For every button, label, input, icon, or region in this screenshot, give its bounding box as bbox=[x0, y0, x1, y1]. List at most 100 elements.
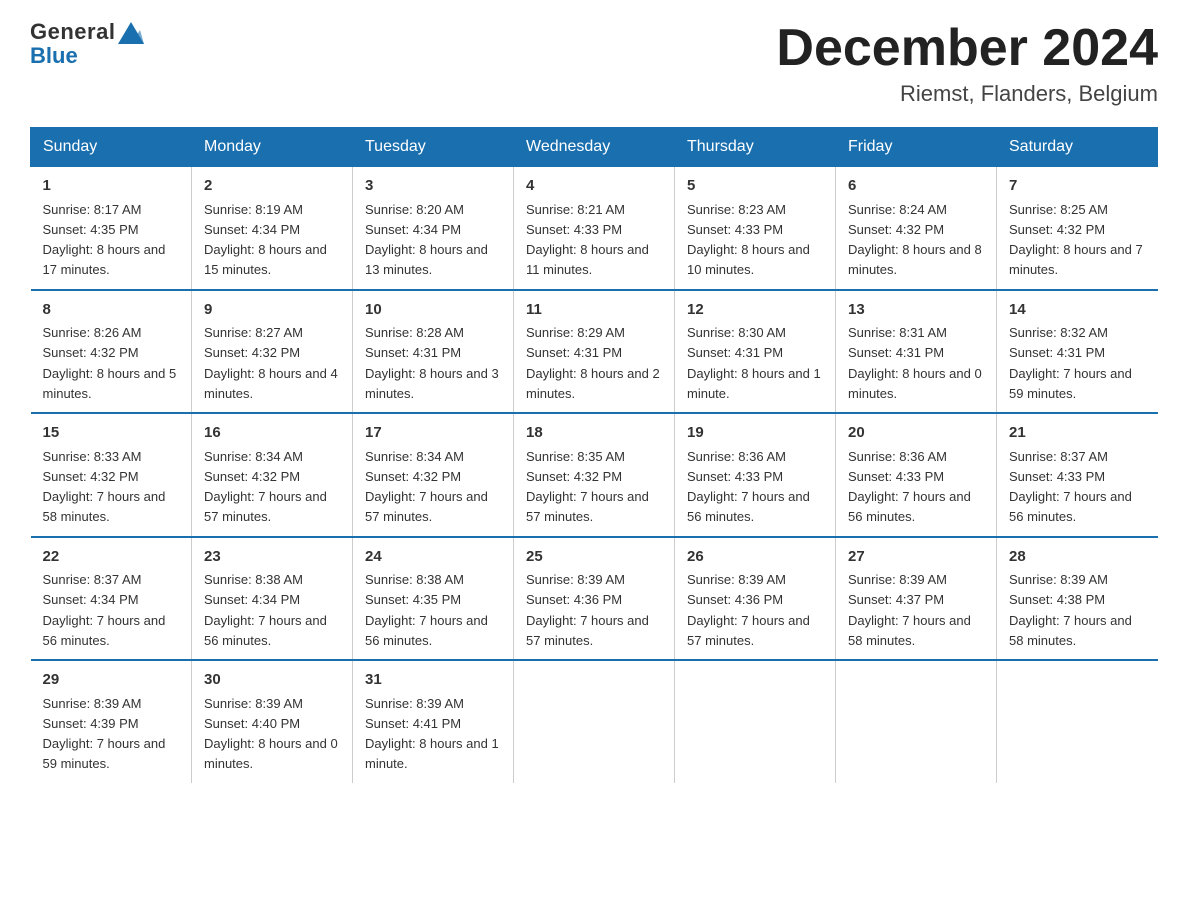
day-number: 26 bbox=[687, 546, 823, 569]
day-info: Sunrise: 8:24 AMSunset: 4:32 PMDaylight:… bbox=[848, 202, 982, 278]
calendar-cell: 15Sunrise: 8:33 AMSunset: 4:32 PMDayligh… bbox=[31, 413, 192, 537]
day-info: Sunrise: 8:39 AMSunset: 4:39 PMDaylight:… bbox=[43, 696, 166, 772]
calendar-cell: 17 Sunrise: 8:34 AMSunset: 4:32 PMDayligh… bbox=[353, 413, 514, 537]
day-number: 30 bbox=[204, 669, 340, 692]
calendar-cell: 20Sunrise: 8:36 AMSunset: 4:33 PMDayligh… bbox=[836, 413, 997, 537]
day-number: 23 bbox=[204, 546, 340, 569]
day-number: 9 bbox=[204, 299, 340, 322]
calendar-cell: 30Sunrise: 8:39 AMSunset: 4:40 PMDayligh… bbox=[192, 660, 353, 783]
calendar-cell: 22 Sunrise: 8:37 AMSunset: 4:34 PMDayligh… bbox=[31, 537, 192, 661]
day-info: Sunrise: 8:27 AMSunset: 4:32 PMDaylight:… bbox=[204, 325, 338, 401]
day-number: 11 bbox=[526, 299, 662, 322]
day-number: 7 bbox=[1009, 175, 1146, 198]
day-info: Sunrise: 8:38 AMSunset: 4:34 PMDaylight:… bbox=[204, 572, 327, 648]
calendar-cell: 4 Sunrise: 8:21 AMSunset: 4:33 PMDaylight… bbox=[514, 167, 675, 290]
day-number: 4 bbox=[526, 175, 662, 198]
day-info: Sunrise: 8:36 AMSunset: 4:33 PMDaylight:… bbox=[848, 449, 971, 525]
title-section: December 2024 Riemst, Flanders, Belgium bbox=[776, 20, 1158, 107]
day-info: Sunrise: 8:37 AMSunset: 4:34 PMDaylight:… bbox=[43, 572, 166, 648]
day-number: 10 bbox=[365, 299, 501, 322]
day-info: Sunrise: 8:37 AMSunset: 4:33 PMDaylight:… bbox=[1009, 449, 1132, 525]
day-number: 25 bbox=[526, 546, 662, 569]
day-info: Sunrise: 8:31 AMSunset: 4:31 PMDaylight:… bbox=[848, 325, 982, 401]
day-info: Sunrise: 8:39 AMSunset: 4:36 PMDaylight:… bbox=[687, 572, 810, 648]
calendar-cell: 26 Sunrise: 8:39 AMSunset: 4:36 PMDayligh… bbox=[675, 537, 836, 661]
day-info: Sunrise: 8:39 AMSunset: 4:36 PMDaylight:… bbox=[526, 572, 649, 648]
calendar-cell: 25 Sunrise: 8:39 AMSunset: 4:36 PMDayligh… bbox=[514, 537, 675, 661]
logo: General Blue bbox=[30, 20, 144, 68]
calendar-cell: 21 Sunrise: 8:37 AMSunset: 4:33 PMDayligh… bbox=[997, 413, 1158, 537]
calendar-cell: 27 Sunrise: 8:39 AMSunset: 4:37 PMDayligh… bbox=[836, 537, 997, 661]
day-number: 1 bbox=[43, 175, 180, 198]
calendar-cell: 14 Sunrise: 8:32 AMSunset: 4:31 PMDayligh… bbox=[997, 290, 1158, 414]
day-number: 24 bbox=[365, 546, 501, 569]
location: Riemst, Flanders, Belgium bbox=[776, 81, 1158, 107]
day-number: 22 bbox=[43, 546, 180, 569]
col-wednesday: Wednesday bbox=[514, 128, 675, 167]
col-friday: Friday bbox=[836, 128, 997, 167]
day-number: 3 bbox=[365, 175, 501, 198]
day-info: Sunrise: 8:34 AMSunset: 4:32 PMDaylight:… bbox=[204, 449, 327, 525]
day-info: Sunrise: 8:23 AMSunset: 4:33 PMDaylight:… bbox=[687, 202, 810, 278]
day-number: 19 bbox=[687, 422, 823, 445]
calendar-week-row: 29Sunrise: 8:39 AMSunset: 4:39 PMDayligh… bbox=[31, 660, 1158, 783]
day-number: 2 bbox=[204, 175, 340, 198]
day-info: Sunrise: 8:19 AMSunset: 4:34 PMDaylight:… bbox=[204, 202, 327, 278]
day-number: 15 bbox=[43, 422, 180, 445]
day-info: Sunrise: 8:35 AMSunset: 4:32 PMDaylight:… bbox=[526, 449, 649, 525]
calendar-cell: 2 Sunrise: 8:19 AMSunset: 4:34 PMDaylight… bbox=[192, 167, 353, 290]
day-info: Sunrise: 8:34 AMSunset: 4:32 PMDaylight:… bbox=[365, 449, 488, 525]
calendar-cell: 5 Sunrise: 8:23 AMSunset: 4:33 PMDaylight… bbox=[675, 167, 836, 290]
day-info: Sunrise: 8:17 AMSunset: 4:35 PMDaylight:… bbox=[43, 202, 166, 278]
calendar-cell: 18 Sunrise: 8:35 AMSunset: 4:32 PMDayligh… bbox=[514, 413, 675, 537]
calendar-cell: 12 Sunrise: 8:30 AMSunset: 4:31 PMDayligh… bbox=[675, 290, 836, 414]
day-number: 5 bbox=[687, 175, 823, 198]
calendar-table: Sunday Monday Tuesday Wednesday Thursday… bbox=[30, 127, 1158, 783]
calendar-cell: 28 Sunrise: 8:39 AMSunset: 4:38 PMDayligh… bbox=[997, 537, 1158, 661]
day-info: Sunrise: 8:25 AMSunset: 4:32 PMDaylight:… bbox=[1009, 202, 1143, 278]
day-info: Sunrise: 8:39 AMSunset: 4:41 PMDaylight:… bbox=[365, 696, 499, 772]
day-number: 18 bbox=[526, 422, 662, 445]
calendar-cell: 9 Sunrise: 8:27 AMSunset: 4:32 PMDaylight… bbox=[192, 290, 353, 414]
col-thursday: Thursday bbox=[675, 128, 836, 167]
calendar-cell: 23 Sunrise: 8:38 AMSunset: 4:34 PMDayligh… bbox=[192, 537, 353, 661]
calendar-week-row: 8 Sunrise: 8:26 AMSunset: 4:32 PMDaylight… bbox=[31, 290, 1158, 414]
calendar-cell: 31 Sunrise: 8:39 AMSunset: 4:41 PMDayligh… bbox=[353, 660, 514, 783]
calendar-cell: 8 Sunrise: 8:26 AMSunset: 4:32 PMDaylight… bbox=[31, 290, 192, 414]
calendar-cell: 3Sunrise: 8:20 AMSunset: 4:34 PMDaylight… bbox=[353, 167, 514, 290]
day-number: 31 bbox=[365, 669, 501, 692]
day-info: Sunrise: 8:39 AMSunset: 4:37 PMDaylight:… bbox=[848, 572, 971, 648]
calendar-cell: 19 Sunrise: 8:36 AMSunset: 4:33 PMDayligh… bbox=[675, 413, 836, 537]
day-number: 21 bbox=[1009, 422, 1146, 445]
calendar-cell: 10 Sunrise: 8:28 AMSunset: 4:31 PMDayligh… bbox=[353, 290, 514, 414]
calendar-cell: 13Sunrise: 8:31 AMSunset: 4:31 PMDayligh… bbox=[836, 290, 997, 414]
calendar-week-row: 15Sunrise: 8:33 AMSunset: 4:32 PMDayligh… bbox=[31, 413, 1158, 537]
col-sunday: Sunday bbox=[31, 128, 192, 167]
month-title: December 2024 bbox=[776, 20, 1158, 77]
day-number: 14 bbox=[1009, 299, 1146, 322]
day-number: 28 bbox=[1009, 546, 1146, 569]
calendar-cell: 29Sunrise: 8:39 AMSunset: 4:39 PMDayligh… bbox=[31, 660, 192, 783]
calendar-cell bbox=[836, 660, 997, 783]
logo-blue: Blue bbox=[30, 44, 144, 68]
day-info: Sunrise: 8:32 AMSunset: 4:31 PMDaylight:… bbox=[1009, 325, 1132, 401]
day-info: Sunrise: 8:39 AMSunset: 4:38 PMDaylight:… bbox=[1009, 572, 1132, 648]
day-number: 8 bbox=[43, 299, 180, 322]
day-info: Sunrise: 8:26 AMSunset: 4:32 PMDaylight:… bbox=[43, 325, 177, 401]
day-info: Sunrise: 8:38 AMSunset: 4:35 PMDaylight:… bbox=[365, 572, 488, 648]
calendar-cell: 24 Sunrise: 8:38 AMSunset: 4:35 PMDayligh… bbox=[353, 537, 514, 661]
day-info: Sunrise: 8:21 AMSunset: 4:33 PMDaylight:… bbox=[526, 202, 649, 278]
day-info: Sunrise: 8:29 AMSunset: 4:31 PMDaylight:… bbox=[526, 325, 660, 401]
day-info: Sunrise: 8:36 AMSunset: 4:33 PMDaylight:… bbox=[687, 449, 810, 525]
day-number: 17 bbox=[365, 422, 501, 445]
calendar-header-row: Sunday Monday Tuesday Wednesday Thursday… bbox=[31, 128, 1158, 167]
day-info: Sunrise: 8:30 AMSunset: 4:31 PMDaylight:… bbox=[687, 325, 821, 401]
calendar-cell: 16Sunrise: 8:34 AMSunset: 4:32 PMDayligh… bbox=[192, 413, 353, 537]
day-number: 12 bbox=[687, 299, 823, 322]
day-number: 27 bbox=[848, 546, 984, 569]
logo-general: General bbox=[30, 20, 144, 44]
calendar-cell bbox=[514, 660, 675, 783]
calendar-week-row: 22 Sunrise: 8:37 AMSunset: 4:34 PMDayligh… bbox=[31, 537, 1158, 661]
day-info: Sunrise: 8:28 AMSunset: 4:31 PMDaylight:… bbox=[365, 325, 499, 401]
calendar-cell: 1 Sunrise: 8:17 AMSunset: 4:35 PMDaylight… bbox=[31, 167, 192, 290]
